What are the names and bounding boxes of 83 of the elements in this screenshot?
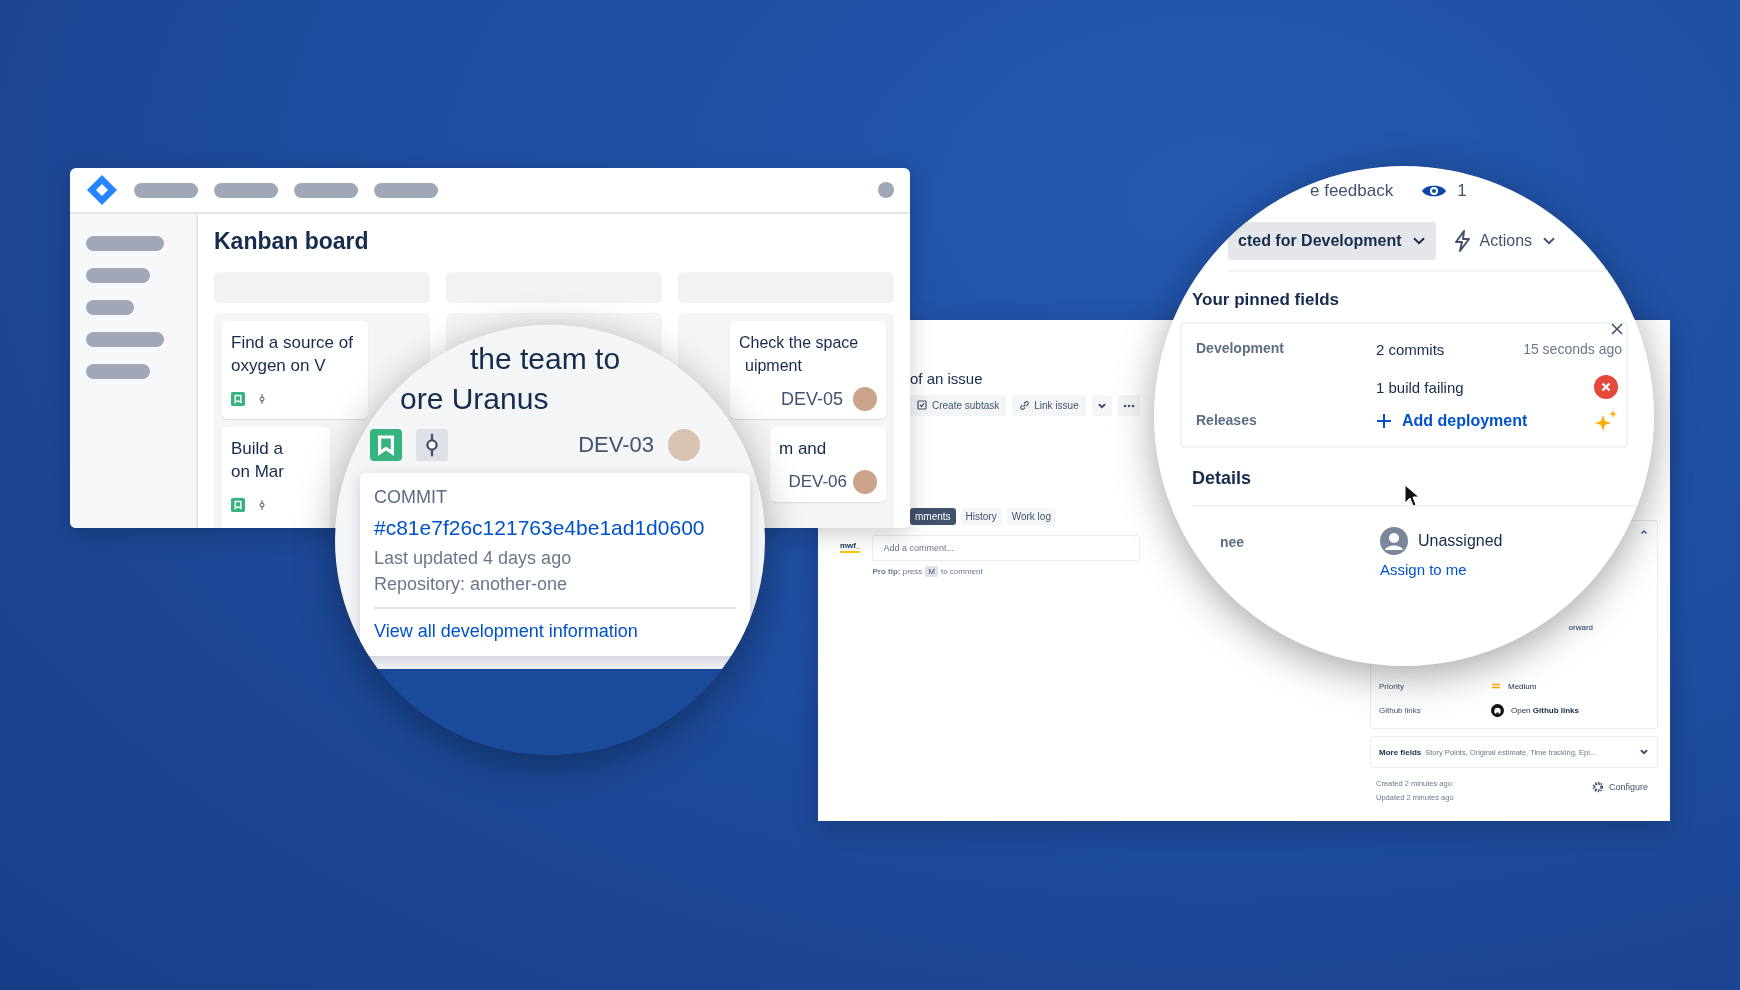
last-updated: Last updated 4 days ago (374, 548, 573, 569)
sidebar-placeholder[interactable] (86, 364, 150, 379)
commit-link[interactable]: #c81e7f26c121763e4be1ad1d0600 (374, 516, 736, 540)
issue-key: DEV-03 (578, 432, 654, 458)
gear-icon (1591, 781, 1604, 793)
round-logo-icon (1491, 703, 1504, 717)
status-dropdown[interactable]: cted for Development (1228, 222, 1436, 260)
sidebar-placeholder[interactable] (86, 236, 164, 251)
link-issue-button[interactable]: Link issue (1012, 395, 1086, 416)
nav-placeholder[interactable] (214, 182, 278, 198)
field-label: nee (1220, 533, 1246, 552)
card[interactable]: Check the space uipment DEV-05 (730, 321, 886, 419)
plus-icon (1376, 413, 1392, 429)
tab[interactable]: History (960, 508, 1002, 525)
github-link[interactable]: Open Github links (1511, 705, 1580, 715)
field-value: orward (1567, 623, 1593, 632)
commit-icon (416, 429, 448, 461)
section-heading: Your pinned fields (1192, 290, 1341, 310)
issue-key: DEV-06 (788, 472, 847, 492)
field-label: Releases (1196, 411, 1258, 430)
create-subtask-button[interactable]: Create subtask (910, 395, 1007, 416)
nav-placeholder[interactable] (294, 182, 358, 198)
avatar (668, 429, 700, 461)
link-icon (1019, 400, 1031, 411)
repository: Repository: another-one (374, 574, 569, 595)
bookmark-icon (231, 498, 245, 512)
field-value: Medium (1508, 681, 1537, 691)
development-info-link[interactable]: View all development information (374, 621, 638, 642)
caret-icon (1639, 747, 1649, 757)
commits-link[interactable]: 2 commits (1376, 340, 1445, 358)
card-title: Build a on Mar (231, 438, 285, 483)
pro-tip-end: to comment (940, 567, 983, 576)
pro-tip: Pro tip: press (872, 567, 923, 576)
assign-to-me-link[interactable]: Assign to me (1380, 561, 1654, 578)
issue-key: DEV-05 (780, 388, 843, 410)
error-icon (1594, 375, 1618, 399)
tab[interactable]: Work log (1006, 508, 1056, 525)
bookmark-icon (231, 392, 245, 406)
checkbox-icon (917, 400, 928, 411)
more-icon (1122, 403, 1135, 408)
close-icon[interactable] (1610, 322, 1624, 336)
card-title: Check the space uipment (739, 333, 860, 376)
more-button[interactable] (1117, 395, 1140, 416)
key-hint: M (925, 566, 938, 577)
sidebar-placeholder[interactable] (86, 268, 150, 283)
feedback-link[interactable]: e feedback (1310, 181, 1394, 201)
card[interactable]: Find a source of oxygen on V (222, 321, 368, 419)
field-label: Priority (1379, 681, 1405, 691)
nav-placeholder[interactable] (134, 182, 198, 198)
comment-field[interactable]: Add a comment... (872, 535, 1141, 561)
sidebar-placeholder[interactable] (86, 300, 134, 315)
assignee-value: Unassigned (1418, 532, 1503, 550)
configure-button[interactable]: Configure (1591, 781, 1648, 793)
card-title: m and (779, 438, 828, 460)
avatar (853, 387, 877, 411)
dropdown-button[interactable] (1091, 395, 1112, 416)
avatar (853, 470, 877, 494)
issue-title: of an issue (910, 370, 984, 387)
card[interactable]: m and DEV-06 (770, 427, 886, 502)
add-deployment-link[interactable]: Add deployment (1376, 412, 1528, 430)
equals-icon (1491, 682, 1501, 690)
profile-placeholder[interactable] (878, 182, 894, 198)
nav-placeholder[interactable] (374, 182, 438, 198)
watchers-button[interactable]: 1 (1421, 181, 1467, 201)
card[interactable]: Build a on Mar (222, 427, 330, 528)
build-status-link[interactable]: 1 build failing (1376, 378, 1464, 396)
more-fields-label: More fields (1379, 747, 1422, 757)
timestamp: 15 seconds ago (1523, 341, 1622, 357)
sidebar-placeholder[interactable] (86, 332, 164, 347)
card-title: the team to ore Uranus (400, 341, 622, 417)
sparkle-icon (1594, 409, 1618, 433)
diamond-logo-icon (86, 174, 118, 206)
bookmark-icon (370, 429, 402, 461)
cursor-icon (1404, 484, 1420, 508)
card-title: Find a source of oxygen on V (231, 332, 354, 377)
board-title: Kanban board (214, 228, 370, 256)
field-label: Github links (1379, 705, 1422, 715)
field-label: Development (1196, 339, 1285, 358)
popup-heading: COMMIT (374, 487, 448, 508)
actions-button[interactable]: Actions (1451, 229, 1559, 253)
tab[interactable]: mments (910, 508, 956, 525)
user-icon (1380, 527, 1408, 555)
user-logo: mwf_ (840, 535, 861, 553)
